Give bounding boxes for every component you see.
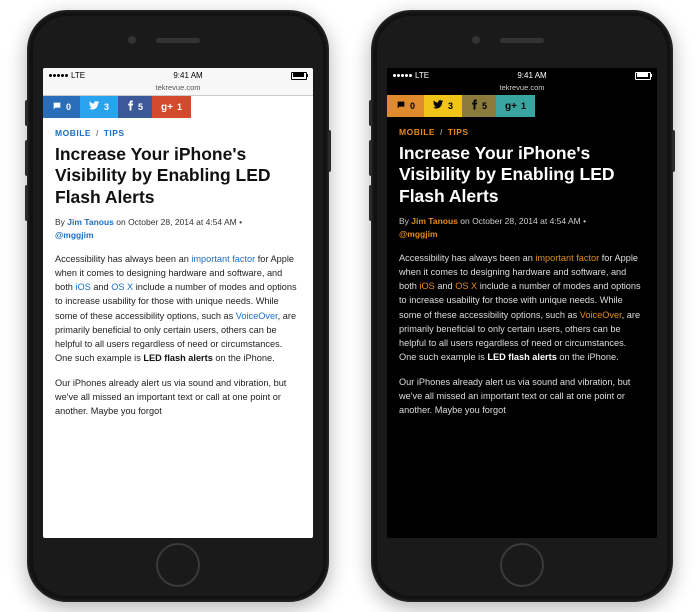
byline: By Jim Tanous on October 28, 2014 at 4:5… [399,215,645,241]
power-button [328,130,331,172]
share-gplus-button[interactable]: g+ 1 [152,96,191,118]
share-twitter-button[interactable]: 3 [424,95,462,117]
clock: 9:41 AM [173,71,202,80]
inline-link[interactable]: VoiceOver [580,310,622,320]
share-comment-button[interactable]: 0 [387,95,424,117]
author-link[interactable]: Jim Tanous [67,217,114,227]
screen: LTE 9:41 AM tekrevue.com 0 [43,68,313,538]
twitter-handle-link[interactable]: @mggjim [399,229,438,239]
volume-up [25,140,28,176]
comment-count: 0 [410,101,415,111]
screen: LTE 9:41 AM tekrevue.com 0 [387,68,657,538]
paragraph-1: Accessibility has always been an importa… [55,252,301,366]
home-button[interactable] [156,543,200,587]
earpiece [156,38,200,43]
page-title: Increase Your iPhone's Visibility by Ena… [399,143,645,207]
crumb-mobile[interactable]: MOBILE [55,128,91,138]
author-link[interactable]: Jim Tanous [411,216,458,226]
front-camera [472,36,480,44]
phone-light: LTE 9:41 AM tekrevue.com 0 [27,10,329,602]
inline-link[interactable]: important factor [191,254,255,264]
facebook-count: 5 [482,101,487,111]
url-bar[interactable]: tekrevue.com [387,82,657,95]
inline-link[interactable]: iOS [419,281,434,291]
gplus-count: 1 [177,102,182,112]
status-bar: LTE 9:41 AM [387,68,657,82]
home-button[interactable] [500,543,544,587]
speech-bubble-icon [396,100,406,113]
facebook-icon [127,100,134,114]
share-comment-button[interactable]: 0 [43,96,80,118]
crumb-separator: / [440,127,443,137]
gplus-count: 1 [521,101,526,111]
power-button [672,130,675,172]
inline-link[interactable]: OS X [111,282,133,292]
share-facebook-button[interactable]: 5 [118,96,152,118]
battery-icon [635,72,651,80]
gplus-icon: g+ [505,101,517,112]
mute-switch [25,100,28,126]
front-camera [128,36,136,44]
crumb-mobile[interactable]: MOBILE [399,127,435,137]
share-gplus-button[interactable]: g+ 1 [496,95,535,117]
crumb-tips[interactable]: TIPS [448,127,469,137]
clock: 9:41 AM [517,71,546,80]
twitter-count: 3 [104,102,109,112]
carrier-label: LTE [415,71,429,80]
page-title: Increase Your iPhone's Visibility by Ena… [55,144,301,208]
crumb-tips[interactable]: TIPS [104,128,125,138]
byline: By Jim Tanous on October 28, 2014 at 4:5… [55,216,301,242]
facebook-icon [471,99,478,113]
inline-link[interactable]: VoiceOver [236,311,278,321]
paragraph-2: Our iPhones already alert us via sound a… [399,375,645,418]
inline-link[interactable]: iOS [75,282,90,292]
comment-count: 0 [66,102,71,112]
twitter-handle-link[interactable]: @mggjim [55,230,94,240]
share-bar: 0 3 5 g+ 1 [387,95,657,117]
url-bar[interactable]: tekrevue.com [43,82,313,96]
share-twitter-button[interactable]: 3 [80,96,118,118]
twitter-icon [89,100,100,114]
share-bar: 0 3 5 g+ 1 [43,96,313,118]
twitter-icon [433,99,444,113]
speech-bubble-icon [52,101,62,114]
twitter-count: 3 [448,101,453,111]
paragraph-2: Our iPhones already alert us via sound a… [55,376,301,419]
carrier-label: LTE [71,71,85,80]
volume-down [25,185,28,221]
volume-down [369,185,372,221]
inline-link[interactable]: OS X [455,281,477,291]
volume-up [369,140,372,176]
signal-dots-icon [49,74,68,77]
phone-dark: LTE 9:41 AM tekrevue.com 0 [371,10,673,602]
signal-dots-icon [393,74,412,77]
battery-icon [291,72,307,80]
inline-link[interactable]: important factor [535,253,599,263]
earpiece [500,38,544,43]
paragraph-1: Accessibility has always been an importa… [399,251,645,365]
mute-switch [369,100,372,126]
breadcrumb: MOBILE / TIPS [399,127,645,137]
breadcrumb: MOBILE / TIPS [55,128,301,138]
facebook-count: 5 [138,102,143,112]
crumb-separator: / [96,128,99,138]
status-bar: LTE 9:41 AM [43,68,313,82]
share-facebook-button[interactable]: 5 [462,95,496,117]
gplus-icon: g+ [161,102,173,113]
